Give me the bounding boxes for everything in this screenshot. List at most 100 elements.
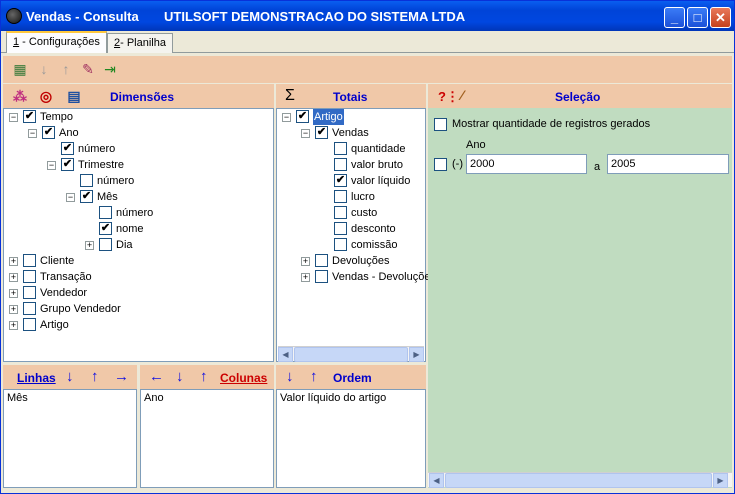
tree-checkbox[interactable]: ✔ xyxy=(61,142,74,155)
brush-icon[interactable]: ✎ xyxy=(79,60,97,78)
collapse-icon[interactable]: − xyxy=(47,161,56,170)
columns-up-arrow-icon[interactable]: ↑ xyxy=(200,368,208,385)
tree-node[interactable]: − ✔ Mês xyxy=(4,189,273,205)
tree-node[interactable]: − ✔ Ano xyxy=(4,125,273,141)
tree-node-label[interactable]: Trimestre xyxy=(78,157,124,173)
tree-node-label[interactable]: Dia xyxy=(116,237,133,253)
arrow-up-icon[interactable]: ↑ xyxy=(57,60,75,78)
tree-node[interactable]: − ✔ Trimestre xyxy=(4,157,273,173)
totals-hscrollbar[interactable]: ◀ ▶ xyxy=(278,346,424,362)
dimensions-tree[interactable]: − ✔ Tempo − ✔ Ano ✔ número − ✔ Trimestre número − ✔ Mê… xyxy=(3,108,274,362)
tab-planilha[interactable]: 2- Planilha xyxy=(107,33,173,53)
tree-node[interactable]: ✔ número xyxy=(4,141,273,157)
to-year-input[interactable]: 2005 xyxy=(607,154,729,174)
tree-checkbox[interactable]: ✔ xyxy=(99,222,112,235)
collapse-icon[interactable]: − xyxy=(9,113,18,122)
tree-node[interactable]: valor bruto xyxy=(277,157,425,173)
tree-checkbox[interactable] xyxy=(23,318,36,331)
tree-checkbox[interactable]: ✔ xyxy=(80,190,93,203)
wand-icon[interactable]: ⁄ xyxy=(461,87,463,103)
tree-node-label[interactable]: Cliente xyxy=(40,253,74,269)
tree-node-label[interactable]: nome xyxy=(116,221,144,237)
list-item[interactable]: Ano xyxy=(144,392,164,404)
tree-node-label[interactable]: Tempo xyxy=(40,109,73,125)
report-icon[interactable]: ▦ xyxy=(11,60,29,78)
tree-node-label[interactable]: quantidade xyxy=(351,141,405,157)
tree-node[interactable]: + Cliente xyxy=(4,253,273,269)
tree-node-label[interactable]: valor líquido xyxy=(351,173,410,189)
collapse-icon[interactable]: − xyxy=(301,129,310,138)
tree-node-label[interactable]: Ano xyxy=(59,125,79,141)
tree-checkbox[interactable] xyxy=(315,270,328,283)
tree-node-label[interactable]: número xyxy=(97,173,134,189)
close-button[interactable]: ✕ xyxy=(710,7,731,28)
tree-checkbox[interactable]: ✔ xyxy=(315,126,328,139)
tree-node-label[interactable]: Grupo Vendedor xyxy=(40,301,121,317)
scroll-right-icon[interactable]: ▶ xyxy=(713,473,728,488)
tree-node-label[interactable]: Vendedor xyxy=(40,285,87,301)
app-icon[interactable] xyxy=(6,8,22,24)
scroll-left-icon[interactable]: ◀ xyxy=(429,473,444,488)
scroll-thumb[interactable] xyxy=(294,347,408,362)
collapse-icon[interactable]: − xyxy=(66,193,75,202)
scroll-thumb[interactable] xyxy=(445,473,712,488)
tree-node[interactable]: ✔ nome xyxy=(4,221,273,237)
columns-list[interactable]: Ano xyxy=(140,389,274,488)
tree-node[interactable]: custo xyxy=(277,205,425,221)
tree-checkbox[interactable] xyxy=(80,174,93,187)
tree-node[interactable]: lucro xyxy=(277,189,425,205)
tree-checkbox[interactable] xyxy=(99,238,112,251)
tree-node-label[interactable]: Vendas - Devoluções xyxy=(332,269,436,285)
from-year-input[interactable]: 2000 xyxy=(466,154,587,174)
tree-node-label[interactable]: número xyxy=(78,141,115,157)
expand-icon[interactable]: + xyxy=(9,305,18,314)
totals-tree[interactable]: ◀ ▶ − ✔ Artigo − ✔ Vendas quantidade valor brut… xyxy=(276,108,436,362)
tree-node-label[interactable]: valor bruto xyxy=(351,157,403,173)
tree-node-label[interactable]: Transação xyxy=(40,269,92,285)
columns-down-arrow-icon[interactable]: ↓ xyxy=(176,368,184,385)
order-up-arrow-icon[interactable]: ↑ xyxy=(310,368,318,385)
selection-hscrollbar[interactable]: ◀ ▶ xyxy=(428,472,732,488)
expand-icon[interactable]: + xyxy=(301,273,310,282)
tree-checkbox[interactable] xyxy=(23,270,36,283)
tree-node-label[interactable]: Mês xyxy=(97,189,118,205)
tree-node[interactable]: comissão xyxy=(277,237,425,253)
tree-node-label[interactable]: Vendas xyxy=(332,125,369,141)
tree-node[interactable]: − ✔ Tempo xyxy=(4,109,273,125)
order-down-arrow-icon[interactable]: ↓ xyxy=(286,368,294,385)
tree-checkbox[interactable] xyxy=(23,254,36,267)
tree-node[interactable]: número xyxy=(4,205,273,221)
exit-icon[interactable]: ⇥ xyxy=(101,60,119,78)
collapse-icon[interactable]: − xyxy=(282,113,291,122)
tree-node-label[interactable]: Artigo xyxy=(313,109,344,125)
collapse-icon[interactable]: − xyxy=(28,129,37,138)
tree-node[interactable]: ✔ valor líquido xyxy=(277,173,425,189)
tree-node-label[interactable]: número xyxy=(116,205,153,221)
tree-checkbox[interactable] xyxy=(334,142,347,155)
tree-checkbox[interactable]: ✔ xyxy=(334,174,347,187)
tree-node-label[interactable]: Artigo xyxy=(40,317,69,333)
tree-node[interactable]: − ✔ Artigo xyxy=(277,109,425,125)
columns-left-arrow-icon[interactable]: ← xyxy=(149,368,164,385)
tree-checkbox[interactable] xyxy=(23,302,36,315)
tree-checkbox[interactable] xyxy=(99,206,112,219)
tree-node[interactable]: desconto xyxy=(277,221,425,237)
tree-node[interactable]: + Devoluções xyxy=(277,253,425,269)
tree-node[interactable]: − ✔ Vendas xyxy=(277,125,425,141)
tree-node-label[interactable]: Devoluções xyxy=(332,253,389,269)
tree-checkbox[interactable] xyxy=(334,206,347,219)
expand-icon[interactable]: + xyxy=(85,241,94,250)
arrow-down-icon[interactable]: ↓ xyxy=(35,60,53,78)
sigma-icon[interactable]: Σ xyxy=(285,87,295,105)
tree-node[interactable]: + Transação xyxy=(4,269,273,285)
tree-checkbox[interactable] xyxy=(334,158,347,171)
tree-checkbox[interactable] xyxy=(334,238,347,251)
table-icon[interactable]: ▤ xyxy=(65,87,83,105)
clear-icon[interactable]: ◎ xyxy=(37,87,55,105)
tree-node-label[interactable]: lucro xyxy=(351,189,375,205)
rows-up-arrow-icon[interactable]: ↑ xyxy=(91,368,99,385)
tree-node-label[interactable]: comissão xyxy=(351,237,397,253)
neg-checkbox[interactable] xyxy=(434,158,447,171)
tree-checkbox[interactable] xyxy=(23,286,36,299)
help-icon[interactable]: ?⋮ xyxy=(438,89,459,105)
